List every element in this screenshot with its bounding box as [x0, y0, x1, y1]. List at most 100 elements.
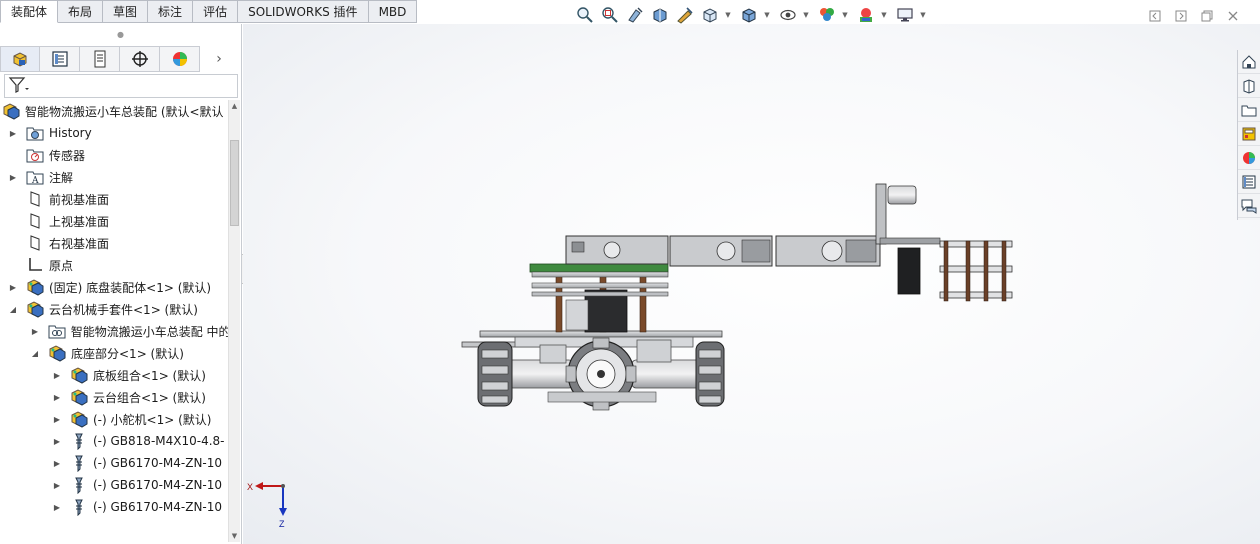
command-tab[interactable]: 布局 [58, 0, 104, 23]
command-tab[interactable]: 评估 [193, 0, 239, 23]
close-window-icon[interactable] [1220, 6, 1246, 26]
section-view-icon[interactable] [649, 4, 671, 26]
configurationmanager-icon[interactable] [80, 46, 120, 72]
dimxpertmanager-icon[interactable] [120, 46, 160, 72]
appearances-scenes-icon[interactable] [1238, 146, 1260, 170]
expand-icon[interactable]: ▶ [52, 474, 62, 496]
expand-icon[interactable]: ▶ [52, 496, 62, 518]
tree-item[interactable]: ◢ 云台机械手套件<1> (默认) [0, 298, 228, 320]
filter-icon[interactable] [8, 76, 30, 97]
tree-item[interactable]: ▶ (-) GB6170-M4-ZN-10 [0, 496, 228, 518]
expand-icon[interactable]: ▶ [52, 364, 62, 386]
expand-icon[interactable]: ▶ [8, 122, 18, 144]
wrist-servo [875, 183, 941, 295]
zoom-area-icon[interactable] [599, 4, 621, 26]
tree-item[interactable]: 前视基准面 [0, 188, 228, 210]
custom-properties-icon[interactable] [1238, 170, 1260, 194]
edit-appearance-icon[interactable] [816, 4, 838, 26]
tree-item-label: 上视基准面 [49, 214, 110, 229]
history-icon [26, 124, 44, 142]
restore-window-icon[interactable] [1194, 6, 1220, 26]
triad-z-label: Z [279, 519, 285, 529]
tree-item[interactable]: ▶ 云台组合<1> (默认) [0, 386, 228, 408]
solidworks-resources-icon[interactable] [1238, 50, 1260, 74]
expand-icon[interactable]: ▶ [52, 452, 62, 474]
tile-right-icon[interactable] [1168, 6, 1194, 26]
feature-manager-panel: ● › 智能物流搬运小车总装配 (默认<默认 ▶ History 传感器 ▶ A 注解 前视基… [0, 24, 242, 544]
subassembly-icon [70, 410, 88, 428]
tree-scrollbar[interactable]: ▲ ▼ [228, 100, 240, 542]
tree-item[interactable]: 传感器 [0, 144, 228, 166]
scroll-up-icon[interactable]: ▲ [229, 100, 240, 112]
tree-item[interactable]: 智能物流搬运小车总装配 (默认<默认 [0, 100, 228, 122]
command-tab[interactable]: MBD [368, 0, 418, 23]
tree-item[interactable]: ▶ A 注解 [0, 166, 228, 188]
edit-appearance-dropdown-icon[interactable]: ▼ [841, 4, 849, 26]
hide-show-dropdown-icon[interactable]: ▼ [802, 4, 810, 26]
expand-icon[interactable]: ▶ [8, 276, 18, 298]
view-orientation-dropdown-icon[interactable]: ▼ [724, 4, 732, 26]
forum-icon[interactable] [1238, 194, 1260, 218]
view-orientation-icon[interactable] [699, 4, 721, 26]
scrollbar-thumb[interactable] [230, 140, 239, 226]
dynamic-annotation-icon[interactable] [674, 4, 696, 26]
previous-view-icon[interactable] [624, 4, 646, 26]
tree-item[interactable]: ▶ 底板组合<1> (默认) [0, 364, 228, 386]
collapse-icon[interactable]: ◢ [30, 342, 40, 364]
tree-item-label: 智能物流搬运小车总装配 中的 [70, 324, 228, 339]
command-tab[interactable]: 草图 [103, 0, 149, 23]
tree-item[interactable]: ▶ (-) GB6170-M4-ZN-10 [0, 474, 228, 496]
tree-item-label: 注解 [49, 170, 74, 185]
tree-item[interactable]: 右视基准面 [0, 232, 228, 254]
tree-item[interactable]: ▶ (固定) 底盘装配体<1> (默认) [0, 276, 228, 298]
featuremanager-icon[interactable] [0, 46, 40, 72]
command-tab[interactable]: 标注 [148, 0, 194, 23]
tree-item[interactable]: 上视基准面 [0, 210, 228, 232]
collapse-icon[interactable]: ◢ [8, 298, 18, 320]
subassembly-icon [70, 388, 88, 406]
view-settings-icon[interactable] [894, 4, 916, 26]
expand-icon[interactable]: ▶ [52, 408, 62, 430]
displaymanager-icon[interactable] [160, 46, 200, 72]
apply-scene-dropdown-icon[interactable]: ▼ [880, 4, 888, 26]
assembly-model[interactable] [243, 24, 1260, 544]
expand-icon[interactable]: ▶ [52, 430, 62, 452]
tree-item[interactable]: ▶ (-) 小舵机<1> (默认) [0, 408, 228, 430]
plane-icon [26, 212, 44, 230]
expand-icon[interactable]: ▶ [30, 320, 40, 342]
display-style-icon[interactable] [738, 4, 760, 26]
zoom-to-fit-icon[interactable] [574, 4, 596, 26]
tree-item[interactable]: ▶ (-) GB6170-M4-ZN-10 [0, 452, 228, 474]
tile-left-icon[interactable] [1142, 6, 1168, 26]
tree-item[interactable]: ▶ History [0, 122, 228, 144]
expand-icon[interactable]: ▶ [52, 386, 62, 408]
annotation-icon: A [26, 168, 44, 186]
motor-bracket-right [636, 339, 672, 363]
tree-item[interactable]: ◢ 底座部分<1> (默认) [0, 342, 228, 364]
hide-show-icon[interactable] [777, 4, 799, 26]
subassembly-icon [70, 366, 88, 384]
graphics-area[interactable]: X Z [243, 24, 1260, 544]
tree-item[interactable]: 原点 [0, 254, 228, 276]
display-style-dropdown-icon[interactable]: ▼ [763, 4, 771, 26]
file-explorer-icon[interactable] [1238, 98, 1260, 122]
task-pane [1237, 50, 1260, 220]
panel-grip-icon[interactable]: ● [0, 24, 241, 44]
command-tab[interactable]: 装配体 [0, 0, 59, 23]
motor-bracket-left [539, 344, 567, 364]
tree-item[interactable]: ▶ (-) GB818-M4X10-4.8- [0, 430, 228, 452]
tree-item[interactable]: ▶ 智能物流搬运小车总装配 中的 [0, 320, 228, 342]
origin-icon [26, 256, 44, 274]
expand-icon[interactable]: ▶ [8, 166, 18, 188]
tree-filter[interactable] [4, 74, 238, 98]
view-settings-dropdown-icon[interactable]: ▼ [919, 4, 927, 26]
design-library-icon[interactable] [1238, 74, 1260, 98]
tree-item-label: (-) GB6170-M4-ZN-10 [93, 500, 223, 514]
command-tab[interactable]: SOLIDWORKS 插件 [238, 0, 369, 23]
tree-item-label: (-) GB6170-M4-ZN-10 [93, 456, 223, 470]
view-palette-icon[interactable] [1238, 122, 1260, 146]
scroll-down-icon[interactable]: ▼ [229, 530, 240, 542]
more-tabs-icon[interactable]: › [200, 46, 238, 72]
propertymanager-icon[interactable] [40, 46, 80, 72]
apply-scene-icon[interactable] [855, 4, 877, 26]
